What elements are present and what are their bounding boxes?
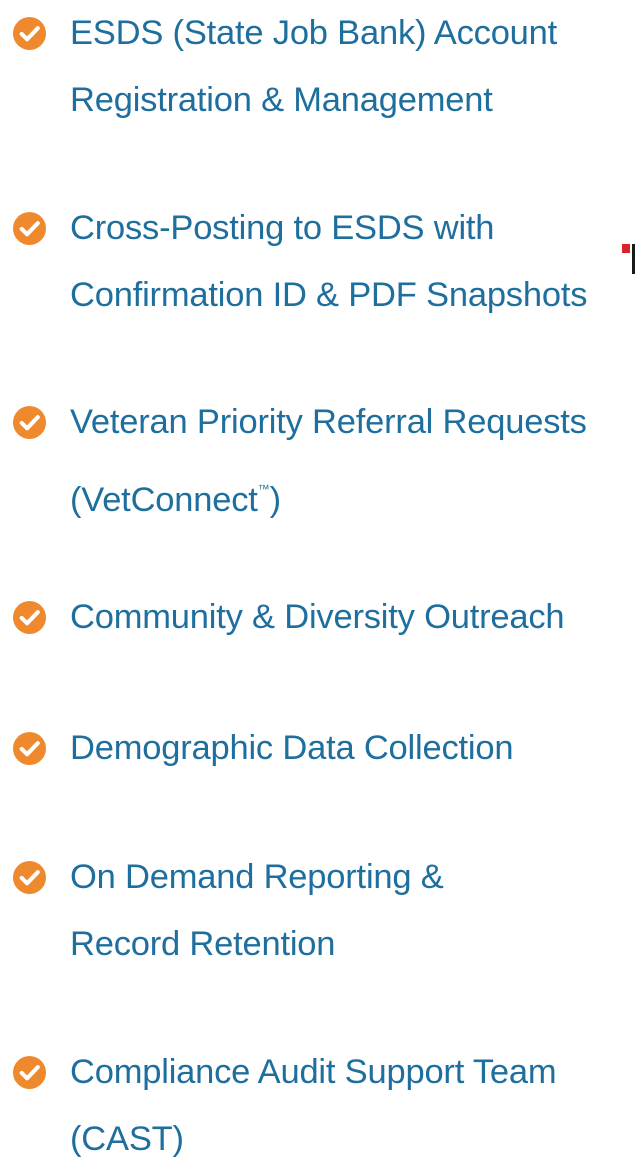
feature-text: Community & Diversity Outreach bbox=[70, 584, 637, 651]
edge-marker-bar bbox=[632, 244, 635, 274]
feature-line: Record Retention bbox=[70, 925, 336, 963]
feature-line: (CAST) bbox=[70, 1120, 184, 1158]
edge-marker-red-block bbox=[622, 244, 630, 253]
feature-line: Registration & Management bbox=[70, 81, 493, 119]
feature-list: ESDS (State Job Bank) Account Registrati… bbox=[0, 0, 637, 1158]
feature-line: Compliance Audit Support Team bbox=[70, 1053, 557, 1091]
feature-line: ESDS (State Job Bank) Account bbox=[70, 14, 558, 52]
feature-text: ESDS (State Job Bank) Account Registrati… bbox=[70, 0, 637, 134]
feature-text: On Demand Reporting & Record Retention bbox=[70, 844, 637, 978]
trademark-symbol: ™ bbox=[257, 482, 270, 496]
feature-text: Cross-Posting to ESDS with Confirmation … bbox=[70, 195, 637, 329]
check-circle-icon bbox=[12, 600, 47, 635]
feature-line: (VetConnect™) bbox=[70, 456, 637, 534]
check-circle-icon bbox=[12, 731, 47, 766]
feature-text: Compliance Audit Support Team (CAST) bbox=[70, 1039, 637, 1173]
feature-line: Community & Diversity Outreach bbox=[70, 598, 565, 636]
edge-marker bbox=[622, 244, 637, 274]
feature-line-text: (VetConnect bbox=[70, 481, 258, 519]
feature-text: Veteran Priority Referral Requests (VetC… bbox=[70, 389, 637, 534]
feature-text: Demographic Data Collection bbox=[70, 715, 637, 782]
check-circle-icon bbox=[12, 1055, 47, 1090]
feature-line: Veteran Priority Referral Requests bbox=[70, 403, 587, 441]
feature-line-suffix: ) bbox=[269, 481, 282, 519]
feature-line: Cross-Posting to ESDS with bbox=[70, 209, 495, 247]
check-circle-icon bbox=[12, 16, 47, 51]
check-circle-icon bbox=[12, 860, 47, 895]
check-circle-icon bbox=[12, 405, 47, 440]
check-circle-icon bbox=[12, 211, 47, 246]
feature-line: Confirmation ID & PDF Snapshots bbox=[70, 276, 588, 314]
feature-line: On Demand Reporting & bbox=[70, 858, 444, 896]
feature-line: Demographic Data Collection bbox=[70, 729, 514, 767]
